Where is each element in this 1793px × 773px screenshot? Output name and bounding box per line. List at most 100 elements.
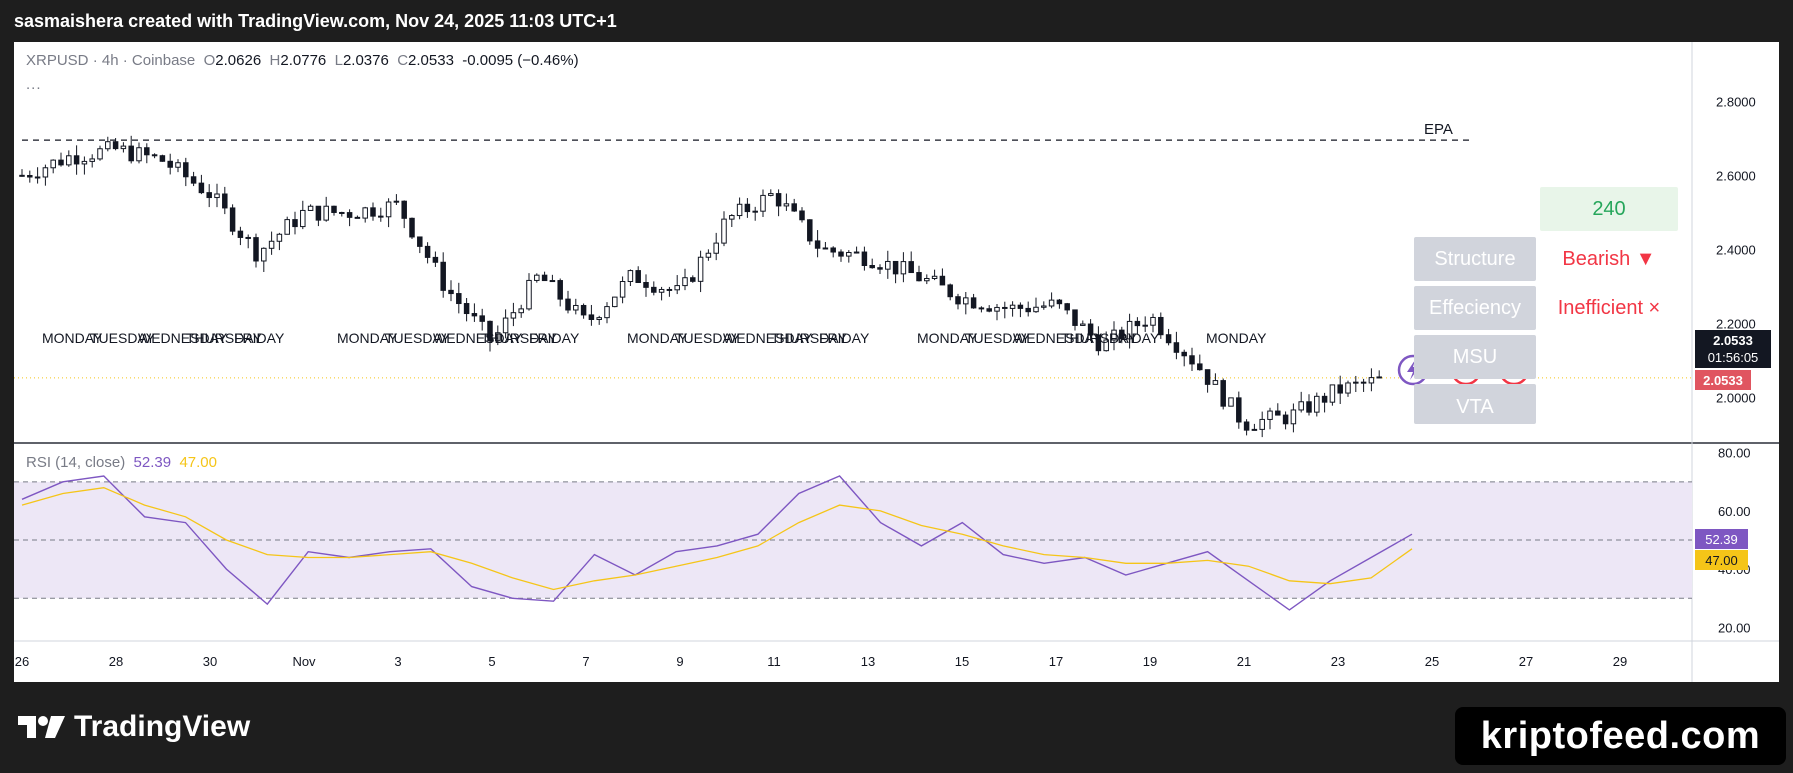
candle-up <box>573 304 579 311</box>
rsi-ma-price-tag: 47.00 <box>1695 550 1748 570</box>
candle-down <box>198 182 205 194</box>
rsi-label[interactable]: RSI (14, close) <box>26 454 125 471</box>
candle-down <box>791 203 797 212</box>
candle-down <box>970 297 977 309</box>
candle-down <box>861 251 868 267</box>
candle-up <box>323 205 329 221</box>
rsi-value: 52.39 <box>133 454 172 471</box>
candle-up <box>853 251 860 254</box>
candle-up <box>963 297 969 305</box>
candle-down <box>916 272 922 282</box>
candle-down <box>432 256 439 263</box>
candle-down <box>557 280 563 300</box>
candle-up <box>1376 376 1382 379</box>
time-tick-label: 28 <box>109 654 123 669</box>
candle-down <box>463 303 470 315</box>
candle-down <box>744 203 751 213</box>
rsi-legend: RSI (14, close) 52.39 47.00 <box>26 454 217 471</box>
price-tick-label: 2.8000 <box>1716 94 1756 109</box>
candle-up <box>612 296 618 308</box>
candle-up <box>42 167 49 178</box>
candle-down <box>1165 334 1172 344</box>
candle-down <box>1282 414 1289 425</box>
candle-up <box>534 274 540 281</box>
rsi-tick-label: 60.00 <box>1718 504 1751 519</box>
candle-down <box>73 155 80 165</box>
candle-down <box>159 155 166 162</box>
candle-down <box>1002 306 1008 309</box>
timeframe-cell: 240 <box>1540 187 1678 231</box>
candle-down <box>1236 397 1242 423</box>
candle-up <box>1009 304 1016 309</box>
candle-down <box>947 284 953 298</box>
candle-up <box>385 201 392 218</box>
candle-up <box>393 200 400 203</box>
candle-up <box>1150 316 1156 326</box>
candle-down <box>1360 381 1367 384</box>
chart-frame[interactable]: 2.0000 2.2000 2.4000 2.6000 2.8000 EPA MONDAY T… <box>14 42 1779 682</box>
candle-down <box>877 267 883 270</box>
weekday-label: MONDAY <box>1206 330 1267 346</box>
candle-down <box>339 211 345 214</box>
time-tick-label: 17 <box>1049 654 1063 669</box>
legend-more-icon[interactable]: ... <box>26 76 42 93</box>
candle-up <box>34 176 41 179</box>
efficiency-label: Effeciency <box>1414 286 1536 330</box>
time-tick-label: 30 <box>203 654 217 669</box>
candle-up <box>1041 305 1047 308</box>
candle-down <box>112 141 119 150</box>
candle-down <box>128 145 134 162</box>
candle-up <box>50 159 56 169</box>
time-tick-label: 27 <box>1519 654 1533 669</box>
candle-down <box>1134 320 1141 327</box>
candle-up <box>510 312 517 319</box>
attribution-text: sasmaishera created with TradingView.com… <box>14 11 617 31</box>
candle-down <box>206 192 212 199</box>
candle-down <box>58 159 64 166</box>
rsi-tick-label: 80.00 <box>1718 446 1751 461</box>
candle-down <box>354 216 361 219</box>
candle-up <box>596 317 602 320</box>
tradingview-logo[interactable]: TradingView <box>18 710 250 744</box>
interval-label[interactable]: 4h <box>102 52 119 69</box>
symbol-label[interactable]: XRPUSD <box>26 52 89 69</box>
msu-label: MSU <box>1414 335 1536 379</box>
candle-down <box>409 217 415 238</box>
candle-up <box>105 141 111 150</box>
candle-up <box>729 215 735 220</box>
time-tick-label: 9 <box>676 654 683 669</box>
candle-down <box>1197 363 1203 371</box>
candle-down <box>651 286 657 293</box>
candle-up <box>284 219 290 235</box>
candle-down <box>471 313 478 317</box>
candle-down <box>292 219 298 228</box>
candle-up <box>697 256 704 282</box>
candle-up <box>276 233 283 242</box>
brand-badge: kriptofeed.com <box>1455 707 1786 765</box>
candle-up <box>783 203 790 207</box>
candle-up <box>674 285 680 291</box>
candle-down <box>690 277 696 282</box>
legend-sep: · <box>92 52 98 69</box>
candle-down <box>1017 304 1024 309</box>
change-value: -0.0095 (−0.46%) <box>462 52 579 69</box>
candle-down <box>378 215 384 218</box>
time-tick-label: 23 <box>1331 654 1345 669</box>
candle-down <box>643 282 649 288</box>
candle-down <box>183 162 189 178</box>
candle-down <box>331 205 337 213</box>
candle-down <box>1189 355 1195 365</box>
candle-down <box>1220 380 1226 407</box>
candle-down <box>1025 307 1031 313</box>
candle-down <box>1275 410 1281 416</box>
candle-down <box>830 247 836 253</box>
candle-down <box>807 219 813 242</box>
candle-up <box>705 252 712 258</box>
candle-down <box>237 230 244 238</box>
candle-up <box>526 279 532 310</box>
time-tick-label: 5 <box>488 654 495 669</box>
candle-down <box>167 160 173 168</box>
time-tick-label: Nov <box>292 654 316 669</box>
candle-up <box>214 193 220 199</box>
last-price-tag: 2.0533 01:56:05 <box>1695 330 1771 368</box>
